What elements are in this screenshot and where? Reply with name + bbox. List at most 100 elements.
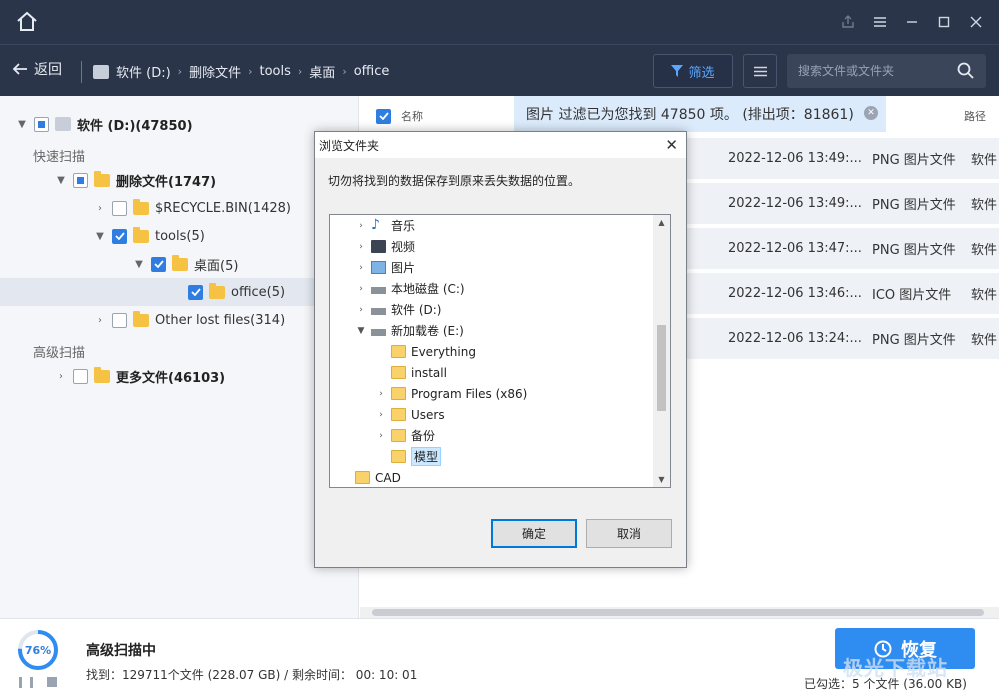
- scroll-up-icon[interactable]: ▲: [653, 218, 670, 227]
- dialog-tree-item[interactable]: › Program Files (x86): [330, 383, 652, 404]
- dialog-tree-item-selected[interactable]: 模型: [330, 446, 652, 467]
- checkbox[interactable]: [34, 116, 49, 132]
- home-icon[interactable]: [14, 10, 40, 34]
- chevron-right-icon[interactable]: ›: [354, 284, 368, 294]
- chevron-right-icon[interactable]: ›: [94, 203, 106, 214]
- tree-item-tools[interactable]: ▼ tools(5): [0, 222, 359, 250]
- menu-icon[interactable]: [870, 12, 890, 32]
- chevron-down-icon[interactable]: ▼: [94, 231, 106, 242]
- column-path[interactable]: 路径: [964, 108, 986, 124]
- column-name[interactable]: 名称: [401, 108, 423, 124]
- minimize-button[interactable]: [902, 12, 922, 32]
- checkbox[interactable]: [188, 284, 203, 300]
- crumb-office[interactable]: office: [354, 64, 390, 79]
- cell-type: PNG 图片文件: [872, 153, 956, 168]
- stop-icon[interactable]: [47, 677, 57, 687]
- back-button[interactable]: 返回: [12, 59, 62, 79]
- dialog-tree-item[interactable]: › 软件 (D:): [330, 299, 652, 320]
- pause-icon[interactable]: [30, 677, 33, 688]
- dialog-tree-item[interactable]: › ♪ 音乐: [330, 215, 652, 236]
- dialog-tree-item[interactable]: › 本地磁盘 (C:): [330, 278, 652, 299]
- checkbox[interactable]: [112, 312, 127, 328]
- cancel-button[interactable]: 取消: [586, 519, 672, 548]
- close-button[interactable]: [966, 12, 986, 32]
- chevron-right-icon[interactable]: ›: [354, 221, 368, 231]
- scan-status-title: 高级扫描中: [86, 643, 156, 659]
- drive-icon: [55, 117, 71, 131]
- pause-icon[interactable]: [19, 677, 22, 688]
- ok-button[interactable]: 确定: [491, 519, 577, 548]
- crumb-drive[interactable]: 软件 (D:): [116, 62, 171, 81]
- scrollbar-thumb[interactable]: [372, 609, 984, 616]
- cell-type: PNG 图片文件: [872, 243, 956, 258]
- checkbox[interactable]: [73, 368, 88, 384]
- tree-item-other-lost[interactable]: › Other lost files(314): [0, 306, 359, 334]
- dialog-tree-item[interactable]: › 备份: [330, 425, 652, 446]
- tree-label: 更多文件(46103): [116, 370, 226, 386]
- cell-path: 软件: [971, 198, 998, 213]
- tree-label: 软件 (D:)(47850): [77, 118, 193, 134]
- progress-percent: 76%: [24, 643, 52, 657]
- filter-label: 筛选: [688, 65, 715, 81]
- checkbox[interactable]: [151, 256, 166, 272]
- dialog-title: 浏览文件夹: [319, 138, 380, 153]
- tree-item-desktop[interactable]: ▼ 桌面(5): [0, 250, 359, 278]
- dialog-tree-item[interactable]: install: [330, 362, 652, 383]
- chevron-down-icon[interactable]: ▼: [354, 326, 368, 336]
- chevron-right-icon[interactable]: ›: [94, 315, 106, 326]
- tree-item-recycle-bin[interactable]: › $RECYCLE.BIN(1428): [0, 194, 359, 222]
- chevron-down-icon[interactable]: ▼: [133, 259, 145, 270]
- dialog-tree-item[interactable]: ▼ 新加载卷 (E:): [330, 320, 652, 341]
- chevron-right-icon: ›: [177, 65, 183, 78]
- select-all-checkbox[interactable]: [376, 108, 391, 124]
- search-icon[interactable]: [957, 62, 974, 79]
- arrow-left-icon: [12, 63, 27, 75]
- chevron-right-icon[interactable]: ›: [354, 263, 368, 273]
- cell-type: PNG 图片文件: [872, 198, 956, 213]
- folder-icon: [391, 387, 406, 400]
- funnel-icon: [671, 65, 684, 77]
- checkbox[interactable]: [112, 200, 127, 216]
- chevron-right-icon[interactable]: ›: [374, 410, 388, 420]
- checkbox[interactable]: [73, 172, 88, 188]
- scroll-down-icon[interactable]: ▼: [653, 475, 670, 484]
- filter-button[interactable]: 筛选: [653, 54, 733, 88]
- crumb-deleted[interactable]: 删除文件: [189, 62, 241, 81]
- tree-item-office[interactable]: office(5): [0, 278, 359, 306]
- chevron-right-icon: ›: [342, 65, 347, 78]
- share-icon[interactable]: [838, 12, 858, 32]
- chevron-right-icon[interactable]: ›: [374, 389, 388, 399]
- tree-item-root[interactable]: ▼ 软件 (D:)(47850): [0, 110, 359, 138]
- maximize-button[interactable]: [934, 12, 954, 32]
- chevron-right-icon[interactable]: ›: [374, 431, 388, 441]
- chevron-down-icon[interactable]: ▼: [55, 175, 67, 186]
- folder-icon: [94, 366, 110, 383]
- horizontal-scrollbar[interactable]: [360, 607, 999, 618]
- vertical-scrollbar[interactable]: ▲ ▼: [653, 215, 670, 487]
- chevron-right-icon[interactable]: ›: [354, 305, 368, 315]
- title-bar: [0, 0, 999, 44]
- crumb-tools[interactable]: tools: [260, 64, 291, 79]
- dialog-tree-item[interactable]: › 图片: [330, 257, 652, 278]
- tree-item-more-files[interactable]: › 更多文件(46103): [0, 362, 359, 390]
- scrollbar-thumb[interactable]: [657, 325, 666, 411]
- dialog-tree-item[interactable]: Everything: [330, 341, 652, 362]
- search-input[interactable]: [798, 64, 958, 78]
- folder-icon: [355, 471, 370, 484]
- breadcrumb: 软件 (D:) › 删除文件 › tools › 桌面 › office: [93, 62, 389, 81]
- dialog-tree-item[interactable]: › Users: [330, 404, 652, 425]
- tree-item-deleted[interactable]: ▼ 删除文件(1747): [0, 166, 359, 194]
- chevron-right-icon[interactable]: ›: [55, 371, 67, 382]
- checkbox[interactable]: [112, 228, 127, 244]
- chevron-down-icon[interactable]: ▼: [16, 119, 28, 130]
- list-view-button[interactable]: [743, 54, 777, 88]
- cell-date: 2022-12-06 13:47:...: [728, 241, 862, 256]
- dialog-close-button[interactable]: ✕: [665, 136, 678, 154]
- close-icon[interactable]: ✕: [864, 106, 878, 120]
- chevron-right-icon[interactable]: ›: [354, 242, 368, 252]
- scan-found-count: 找到：129711个文件 (228.07 GB) / 剩余时间： 00: 10:…: [86, 668, 418, 682]
- dialog-tree-item[interactable]: › 视频: [330, 236, 652, 257]
- crumb-desktop[interactable]: 桌面: [309, 62, 335, 81]
- tree-label: tools(5): [155, 228, 205, 244]
- dialog-tree-item[interactable]: CAD: [330, 467, 652, 487]
